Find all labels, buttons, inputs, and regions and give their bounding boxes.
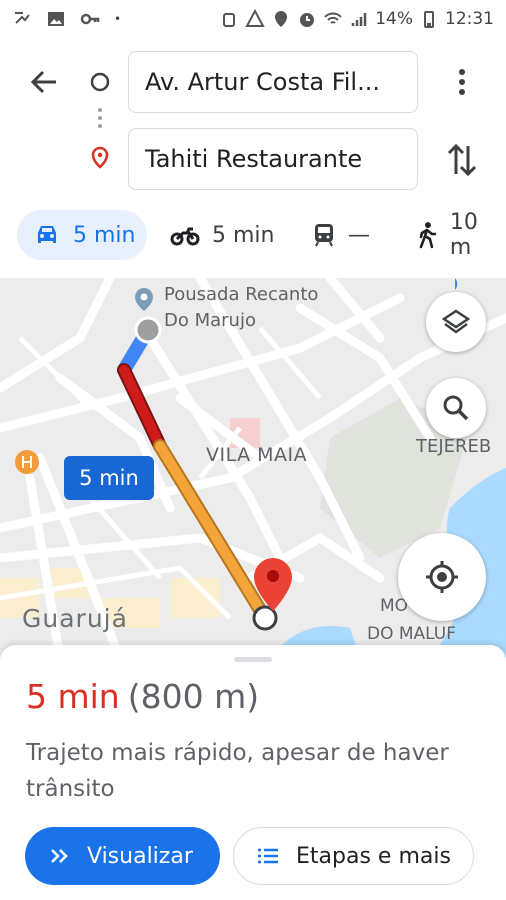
dot-icon: • <box>114 12 122 26</box>
car-icon <box>38 226 56 243</box>
wifi-icon <box>324 12 342 24</box>
layers-icon <box>441 309 471 334</box>
status-bar: • 14% 12:31 <box>0 0 506 38</box>
preview-button-label: Visualizar <box>87 843 193 869</box>
search-along-route-button[interactable] <box>426 378 486 438</box>
area-label-tejereba: TEJEREB <box>416 436 492 457</box>
back-arrow-icon[interactable] <box>26 64 62 100</box>
tab-walk[interactable]: 10 m <box>416 210 506 260</box>
android-icon <box>223 13 236 27</box>
key-icon <box>80 13 100 25</box>
route-description: Trajeto mais rápido, apesar de haver trâ… <box>26 740 449 802</box>
route-summary: 5 min (800 m) <box>26 677 259 716</box>
my-location-icon <box>426 561 458 593</box>
battery-percent: 14% <box>375 9 413 29</box>
location-icon <box>275 11 288 27</box>
tab-walk-label: 10 m <box>449 210 478 260</box>
double-chevron-icon <box>51 849 68 863</box>
image-icon <box>48 12 64 26</box>
walking-icon <box>419 222 437 249</box>
destination-field[interactable]: Tahiti Restaurante <box>128 128 418 190</box>
preview-button[interactable]: Visualizar <box>25 827 220 885</box>
route-summary-sheet[interactable]: 5 min (800 m) Trajeto mais rápido, apesar… <box>0 645 506 900</box>
tab-car[interactable]: 5 min <box>17 210 147 260</box>
tab-transit-label: — <box>348 222 370 248</box>
swap-icon[interactable] <box>444 140 480 180</box>
route-distance: (800 m) <box>127 677 260 716</box>
tab-motorcycle[interactable]: 5 min <box>170 210 274 260</box>
battery-icon <box>424 11 434 28</box>
alarm-icon <box>300 13 315 27</box>
steps-button-label: Etapas e mais <box>296 843 451 869</box>
route-time: 5 min <box>26 677 120 716</box>
tab-motorcycle-label: 5 min <box>212 222 275 248</box>
layers-button[interactable] <box>426 292 486 352</box>
sheet-drag-handle[interactable] <box>234 657 272 662</box>
tab-car-label: 5 min <box>73 222 136 248</box>
data-transfer-icon <box>15 12 30 24</box>
motorcycle-icon <box>170 227 200 246</box>
poi-label-pousada[interactable]: Pousada Recanto Do Marujo <box>164 282 318 334</box>
city-label-guaruja: Guarujá <box>22 604 128 633</box>
train-icon <box>315 224 333 247</box>
origin-field[interactable]: Av. Artur Costa Fil... <box>128 51 418 113</box>
search-icon <box>443 395 469 421</box>
list-icon <box>258 848 278 864</box>
area-label-vila-maia: VILA MAIA <box>206 444 308 466</box>
travel-mode-tabs: 5 min 5 min — 10 m <box>0 210 506 262</box>
steps-button[interactable]: Etapas e mais <box>233 827 474 885</box>
more-options-icon[interactable] <box>448 64 476 100</box>
my-location-button[interactable] <box>398 533 486 621</box>
map-view[interactable]: Pousada Recanto Do Marujo VILA MAIA TEJE… <box>0 278 506 658</box>
route-duration-badge[interactable]: 5 min <box>64 456 154 500</box>
area-label-maluf: DO MALUF <box>367 624 457 644</box>
tab-transit[interactable]: — <box>312 210 370 260</box>
signal-icon <box>351 13 367 26</box>
alert-icon <box>245 9 265 27</box>
clock: 12:31 <box>445 9 494 29</box>
route-connector-icon <box>90 72 110 169</box>
